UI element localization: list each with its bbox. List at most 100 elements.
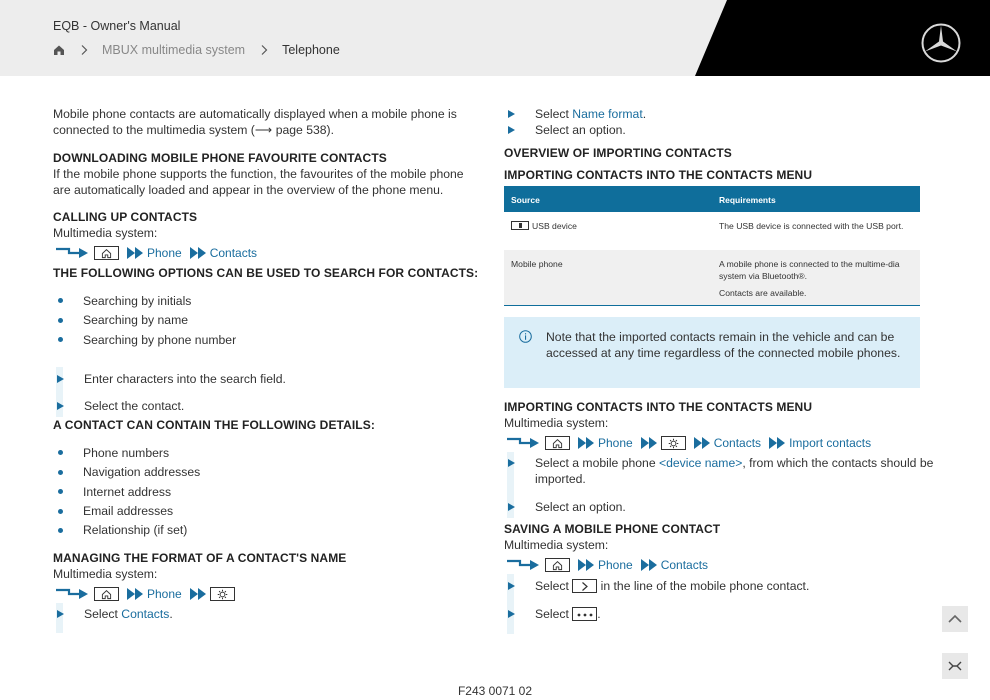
chevron-up-icon <box>948 614 962 623</box>
settings-button-icon <box>209 587 235 601</box>
nav-phone[interactable]: Phone <box>598 436 633 450</box>
step-arrow-icon <box>508 610 515 618</box>
double-arrow-icon <box>127 588 143 600</box>
column-source: Source <box>511 195 540 205</box>
double-arrow-icon <box>693 437 710 449</box>
step-arrow-icon <box>57 610 64 618</box>
double-arrow-icon <box>578 437 594 449</box>
importing-step-2: Select an option. <box>535 500 626 514</box>
nav-contacts[interactable]: Contacts <box>714 436 761 450</box>
list-item: Navigation addresses <box>83 465 201 479</box>
home-button-icon <box>94 587 119 601</box>
nav-contacts[interactable]: Contacts <box>661 558 708 572</box>
bullet-dot <box>58 337 63 342</box>
note-text: Note that the imported contacts remain i… <box>546 330 901 360</box>
managing-system-label: Multimedia system: <box>53 567 158 581</box>
bullet-dot <box>58 528 63 533</box>
double-arrow-icon <box>640 559 657 571</box>
home-button-icon <box>94 246 119 260</box>
step-arrow-icon <box>508 503 515 511</box>
link-contacts[interactable]: Contacts <box>121 607 169 621</box>
name-format-step: Select Name format. <box>535 107 647 121</box>
step-stripe <box>56 603 63 633</box>
link-name-format[interactable]: Name format <box>572 107 642 121</box>
saving-heading: SAVING A MOBILE PHONE CONTACT <box>504 522 721 536</box>
overview-heading: OVERVIEW OF IMPORTING CONTACTS <box>504 146 732 160</box>
table-cell-source: Mobile phone <box>511 259 563 269</box>
saving-step-1: Select in the line of the mobile phone c… <box>535 579 810 593</box>
breadcrumb-telephone[interactable]: Telephone <box>282 43 340 57</box>
page-view-button[interactable] <box>942 653 968 679</box>
breadcrumb-mbux[interactable]: MBUX multimedia system <box>102 43 245 57</box>
chevron-right-button-icon <box>572 579 598 593</box>
table-cell-source: USB device <box>511 220 577 232</box>
table-cell-requirement: The USB device is connected with the USB… <box>719 221 904 231</box>
double-arrow-icon <box>640 437 657 449</box>
bullet-dot <box>58 509 63 514</box>
manual-title: EQB - Owner's Manual <box>53 19 181 33</box>
page-view-icon <box>948 661 962 671</box>
list-item: Phone numbers <box>83 446 170 460</box>
bullet-dot <box>58 298 63 303</box>
double-arrow-icon <box>769 437 786 449</box>
nav-lead-arrow-icon <box>507 437 539 448</box>
saving-step-2: Select . <box>535 607 601 621</box>
bullet-dot <box>58 318 63 323</box>
calling-nav-path: Phone Contacts <box>56 245 257 261</box>
step-arrow-icon <box>508 126 515 134</box>
step-arrow-icon <box>508 459 515 467</box>
intro-text-2: connected to the multimedia system (⟶ pa… <box>53 123 334 137</box>
step-arrow-icon <box>508 110 515 118</box>
search-heading: THE FOLLOWING OPTIONS CAN BE USED TO SEA… <box>53 266 479 280</box>
table-row: Mobile phone A mobile phone is connected… <box>504 250 920 306</box>
importing-step-1-cont: imported. <box>535 472 586 486</box>
list-item: Relationship (if set) <box>83 523 188 537</box>
nav-lead-arrow-icon <box>507 559 539 570</box>
bullet-dot <box>58 489 63 494</box>
step-arrow-icon <box>57 402 64 410</box>
scroll-to-top-button[interactable] <box>942 606 968 632</box>
double-arrow-icon <box>189 588 206 600</box>
double-arrow-icon <box>578 559 594 571</box>
saving-system-label: Multimedia system: <box>504 538 609 552</box>
managing-heading: MANAGING THE FORMAT OF A CONTACT'S NAME <box>53 551 347 565</box>
double-arrow-icon <box>127 247 143 259</box>
image-reference: F243 0071 02 <box>457 684 533 698</box>
downloading-heading: DOWNLOADING MOBILE PHONE FAVOURITE CONTA… <box>53 151 387 165</box>
importing-system-label: Multimedia system: <box>504 416 609 430</box>
info-icon <box>519 330 532 343</box>
note-box: Note that the imported contacts remain i… <box>504 317 920 388</box>
table-header-row: Source Requirements <box>504 186 920 212</box>
saving-nav-path: Phone Contacts <box>507 557 708 573</box>
details-heading: A CONTACT CAN CONTAIN THE FOLLOWING DETA… <box>53 418 375 432</box>
home-icon[interactable] <box>53 44 65 56</box>
breadcrumb: MBUX multimedia system Telephone <box>53 42 340 58</box>
more-options-icon <box>572 607 598 621</box>
chevron-right-icon <box>81 45 88 55</box>
table-heading: IMPORTING CONTACTS INTO THE CONTACTS MEN… <box>504 168 813 182</box>
home-button-icon <box>545 558 570 572</box>
nav-phone[interactable]: Phone <box>147 246 182 260</box>
list-item: Searching by initials <box>83 294 192 308</box>
page-header: EQB - Owner's Manual MBUX multimedia sys… <box>0 0 990 76</box>
nav-import-contacts[interactable]: Import contacts <box>789 436 871 450</box>
nav-lead-arrow-icon <box>56 247 88 258</box>
list-item: Searching by phone number <box>83 333 237 347</box>
search-step-1: Enter characters into the search field. <box>84 372 286 386</box>
mercedes-star-logo <box>921 23 961 63</box>
nav-contacts[interactable]: Contacts <box>210 246 257 260</box>
nav-lead-arrow-icon <box>56 588 88 599</box>
chevron-right-icon <box>261 45 268 55</box>
step-arrow-icon <box>508 582 515 590</box>
nav-phone[interactable]: Phone <box>598 558 633 572</box>
double-arrow-icon <box>189 247 206 259</box>
calling-system-label: Multimedia system: <box>53 226 158 240</box>
downloading-text-1: If the mobile phone supports the functio… <box>53 167 464 181</box>
table-cell-requirement: A mobile phone is connected to the multi… <box>719 259 900 281</box>
device-name-placeholder: <device name> <box>659 456 743 470</box>
importing-nav-path: Phone Contacts Import contacts <box>507 435 871 451</box>
import-sources-table: Source Requirements USB device The USB d… <box>504 186 920 306</box>
table-row: USB device The USB device is connected w… <box>504 212 920 250</box>
table-cell-requirement: Contacts are available. <box>719 288 807 298</box>
nav-phone[interactable]: Phone <box>147 587 182 601</box>
